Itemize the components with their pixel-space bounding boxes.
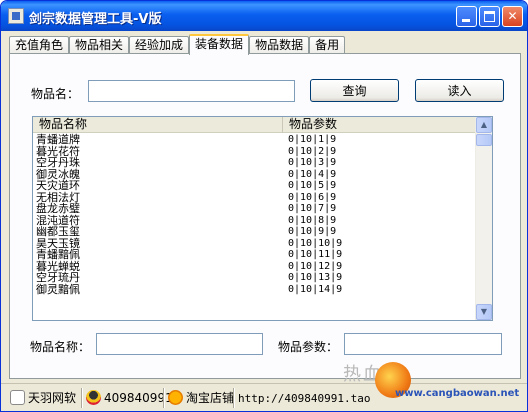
- list-item-name: 天灾道环: [36, 179, 80, 192]
- scroll-down-icon[interactable]: ▼: [476, 304, 492, 320]
- item-param-field[interactable]: [344, 333, 502, 355]
- list-scrollbar[interactable]: ▲ ▼: [475, 117, 492, 320]
- status-divider: [163, 388, 165, 408]
- status-divider: [81, 388, 83, 408]
- status-url[interactable]: http://409840991.tao: [219, 389, 370, 407]
- status-qq[interactable]: 409840991: [85, 389, 173, 407]
- list-item-name: 空牙琉丹: [36, 271, 80, 284]
- list-item[interactable]: 盘龙赤璧 0|10|7|9: [33, 203, 484, 215]
- list-item[interactable]: 青蟠道牌 0|10|1|9: [33, 134, 484, 146]
- list-item-param: 0|10|10|9: [288, 237, 343, 249]
- list-item-param: 0|10|9|9: [288, 226, 337, 237]
- list-item[interactable]: 幽都玉玺 0|10|9|9: [33, 226, 484, 238]
- close-button[interactable]: ✕: [502, 6, 523, 27]
- tab-panel: 物品名： 查询 读入 物品名称 物品参数 青蟠道牌 0|10|1|9 暮光花符 0|1…: [9, 53, 521, 379]
- list-item-name: 御灵黯佩: [36, 282, 80, 296]
- list-rows: 青蟠道牌 0|10|1|9 暮光花符 0|10|2|9 空牙丹珠 0|10|3|9 御灵冰魄…: [33, 134, 484, 295]
- brand-icon: [10, 390, 25, 405]
- list-item[interactable]: 御灵黯佩 0|10|14|9: [33, 282, 484, 296]
- list-item[interactable]: 暮光蝉蜕 0|10|12|9: [33, 260, 484, 273]
- maximize-button[interactable]: [479, 6, 500, 27]
- list-item-param: 0|10|7|9: [288, 203, 337, 214]
- minimize-icon: [462, 19, 470, 22]
- scroll-thumb[interactable]: [476, 134, 492, 146]
- qq-penguin-icon: [86, 390, 101, 405]
- list-item-name: 青蟠道牌: [36, 133, 80, 146]
- item-name-field-label: 物品名称：: [30, 340, 91, 354]
- window-title: 剑宗数据管理工具-V版: [29, 12, 162, 27]
- list-item-name: 幽都玉玺: [36, 225, 80, 238]
- list-item-param: 0|10|13|9: [288, 272, 343, 283]
- list-item[interactable]: 昊天玉镜 0|10|10|9: [33, 237, 484, 250]
- list-item-name: 盘龙赤璧: [36, 202, 80, 215]
- list-item-param: 0|10|8|9: [288, 214, 337, 226]
- close-icon: ✕: [507, 9, 518, 23]
- list-item[interactable]: 混沌道符 0|10|8|9: [33, 214, 484, 227]
- tab-equipment-data[interactable]: 装备数据: [189, 34, 250, 55]
- list-item-param: 0|10|12|9: [288, 260, 343, 272]
- query-button[interactable]: 查询: [310, 79, 399, 102]
- item-name-search-input[interactable]: [88, 80, 295, 102]
- item-name-field[interactable]: [96, 333, 263, 355]
- title-bar[interactable]: 剑宗数据管理工具-V版 ✕: [1, 1, 527, 31]
- list-item[interactable]: 青蟠黯佩 0|10|11|9: [33, 249, 484, 261]
- list-item[interactable]: 御灵冰魄 0|10|4|9: [33, 168, 484, 181]
- status-bar: 天羽网软 409840991 淘宝店铺 http://409840991.tao: [1, 383, 527, 411]
- item-param-field-label: 物品参数：: [278, 340, 339, 354]
- list-item[interactable]: 暮光花符 0|10|2|9: [33, 145, 484, 158]
- list-item-param: 0|10|1|9: [288, 134, 337, 145]
- list-item-param: 0|10|6|9: [288, 191, 337, 203]
- list-item[interactable]: 空牙琉丹 0|10|13|9: [33, 272, 484, 284]
- maximize-icon: [484, 11, 495, 22]
- list-item-name: 青蟠黯佩: [36, 248, 80, 261]
- list-item-param: 0|10|5|9: [288, 180, 337, 191]
- tab-strip: 充值角色 物品相关 经验加成 装备数据 物品数据 备用: [9, 34, 346, 55]
- list-item-param: 0|10|3|9: [288, 157, 337, 168]
- column-header-item-param[interactable]: 物品参数: [283, 117, 484, 133]
- list-item-param: 0|10|11|9: [288, 249, 343, 260]
- app-window: 剑宗数据管理工具-V版 ✕ 充值角色 物品相关 经验加成 装备数据 物品数据 备…: [0, 0, 528, 412]
- column-header-item-name[interactable]: 物品名称: [33, 117, 283, 133]
- load-button[interactable]: 读入: [415, 79, 504, 102]
- list-item-param: 0|10|14|9: [288, 283, 343, 295]
- list-item[interactable]: 无相法灯 0|10|6|9: [33, 191, 484, 204]
- taobao-icon: [168, 390, 183, 405]
- list-item[interactable]: 空牙丹珠 0|10|3|9: [33, 157, 484, 169]
- list-item-name: 空牙丹珠: [36, 156, 80, 169]
- status-brand[interactable]: 天羽网软: [9, 389, 76, 407]
- list-item[interactable]: 天灾道环 0|10|5|9: [33, 180, 484, 192]
- item-list[interactable]: 物品名称 物品参数 青蟠道牌 0|10|1|9 暮光花符 0|10|2|9 空牙丹珠 0|…: [32, 116, 493, 321]
- list-item-param: 0|10|2|9: [288, 145, 337, 157]
- minimize-button[interactable]: [456, 6, 477, 27]
- list-header: 物品名称 物品参数: [33, 117, 484, 133]
- list-item-param: 0|10|4|9: [288, 168, 337, 180]
- app-icon: [8, 8, 24, 24]
- status-url-text: http://409840991.tao: [238, 392, 371, 405]
- status-brand-text: 天羽网软: [28, 391, 77, 405]
- scroll-up-icon[interactable]: ▲: [476, 117, 492, 133]
- item-name-label: 物品名：: [31, 87, 80, 101]
